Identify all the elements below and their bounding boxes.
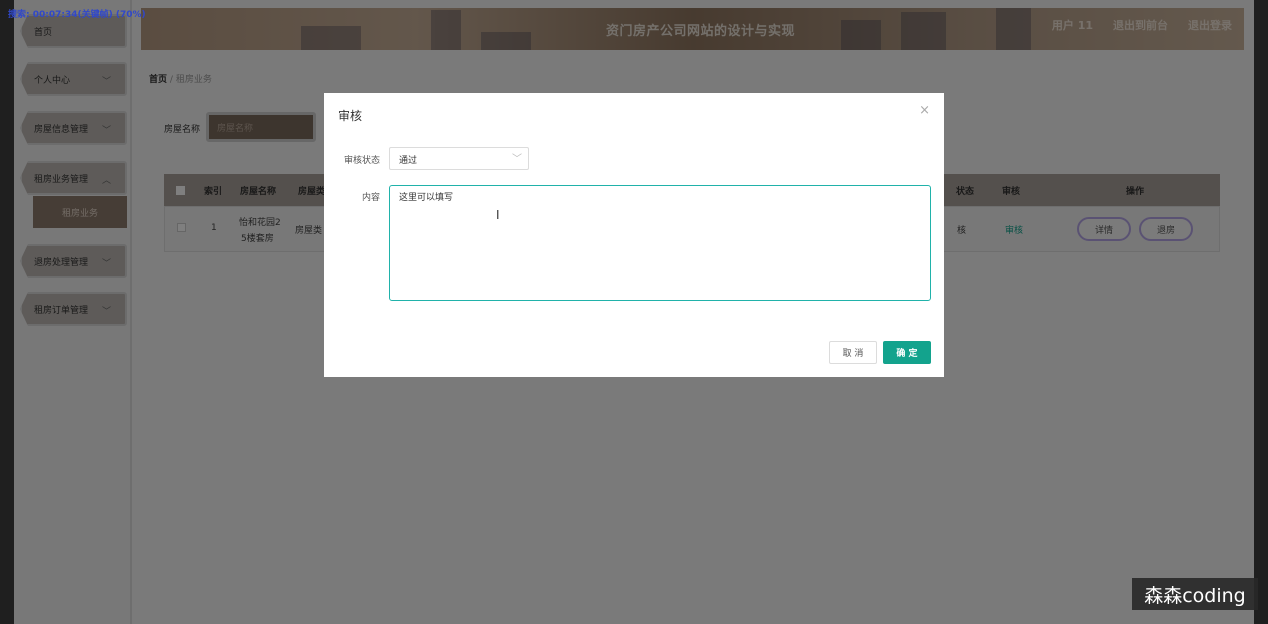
watermark: 森森coding <box>1132 578 1258 610</box>
audit-status-select[interactable]: 通过 ﹀ <box>389 147 529 170</box>
audit-status-value: 通过 <box>399 156 418 166</box>
content-textarea[interactable]: 这里可以填写 <box>389 185 931 301</box>
recording-status: 搜索: 00:07:34(关键帧) (70%) <box>8 10 146 20</box>
chevron-down-icon: ﹀ <box>512 154 522 165</box>
audit-dialog: 审核 × 审核状态 通过 ﹀ 内容 这里可以填写 I 取 消 确 定 <box>324 93 944 377</box>
dialog-title: 审核 <box>338 109 363 123</box>
confirm-button[interactable]: 确 定 <box>883 341 931 364</box>
cancel-button[interactable]: 取 消 <box>829 341 877 364</box>
audit-status-label: 审核状态 <box>344 156 381 166</box>
content-label: 内容 <box>362 193 381 203</box>
close-icon[interactable]: × <box>919 103 930 118</box>
text-cursor-icon: I <box>496 208 500 222</box>
